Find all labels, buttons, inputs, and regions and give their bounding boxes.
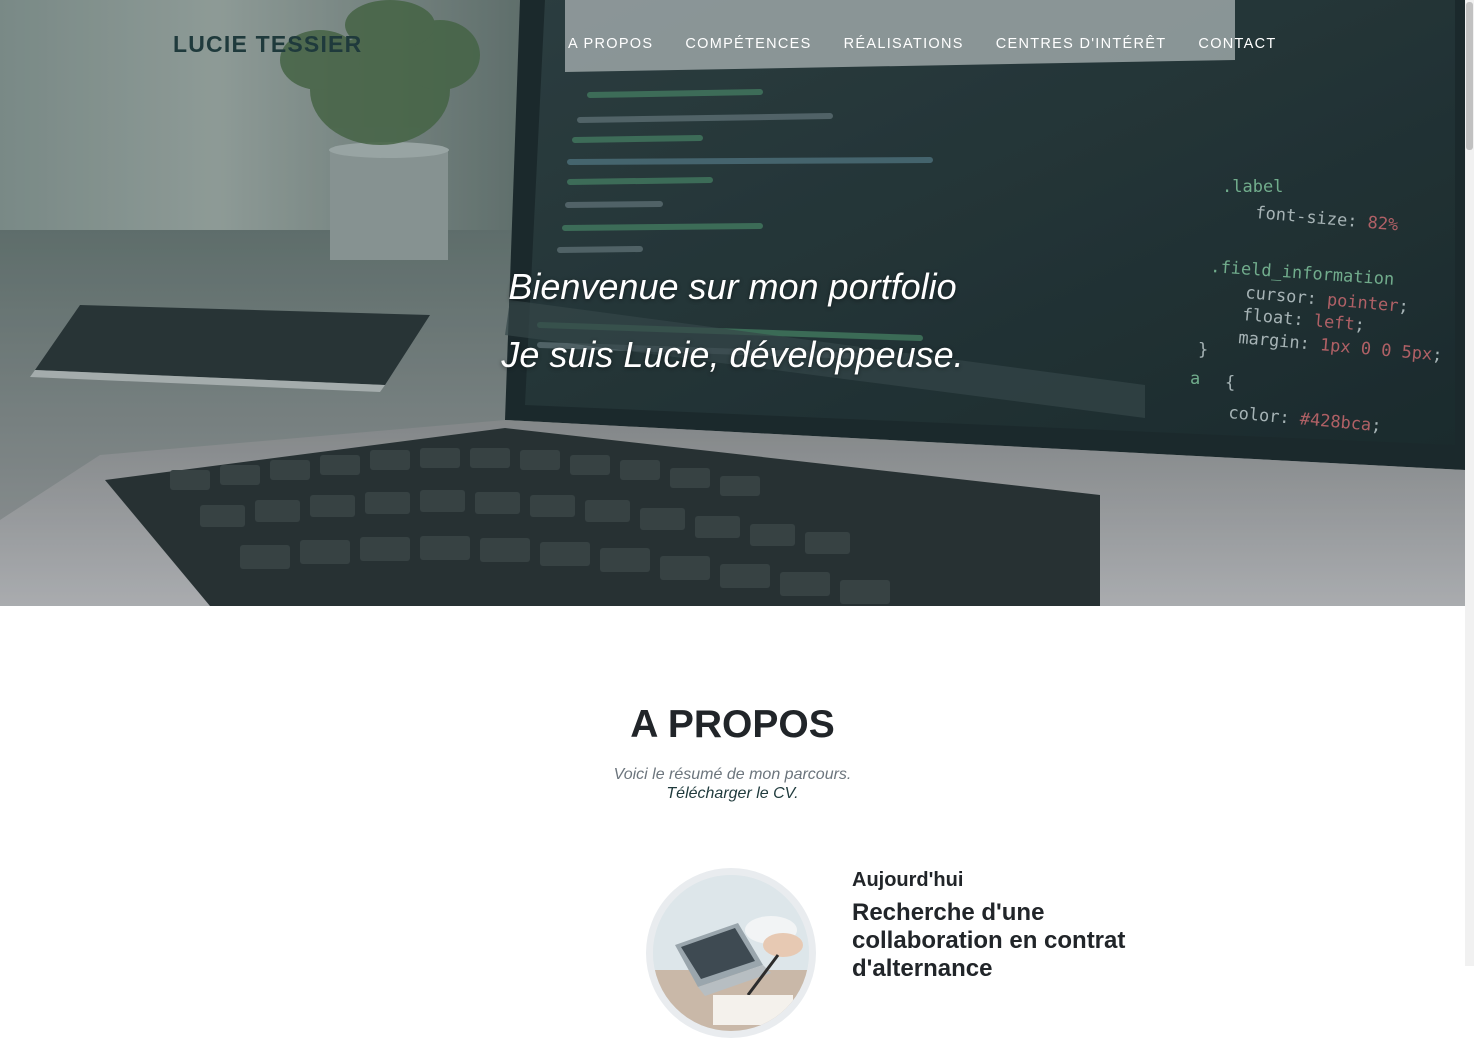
- nav-menu: A PROPOS COMPÉTENCES RÉALISATIONS CENTRE…: [568, 36, 1309, 52]
- nav-item-competences[interactable]: COMPÉTENCES: [685, 36, 811, 52]
- nav-item-centres-interet[interactable]: CENTRES D'INTÉRÊT: [996, 36, 1167, 52]
- timeline-date: Aujourd'hui: [852, 869, 964, 891]
- download-cv-link[interactable]: Télécharger le CV.: [0, 785, 1465, 803]
- page-scrollbar[interactable]: [1465, 0, 1474, 966]
- about-section-title: A PROPOS: [630, 703, 835, 746]
- about-subtitle: Voici le résumé de mon parcours.: [613, 766, 852, 783]
- nav-item-contact[interactable]: CONTACT: [1198, 36, 1276, 52]
- top-navbar: LUCIE TESSIER A PROPOS COMPÉTENCES RÉALI…: [0, 0, 1465, 90]
- scrollbar-thumb[interactable]: [1466, 2, 1473, 150]
- timeline-photo: [653, 875, 809, 1031]
- hero-section: .field_information cursor: pointer; floa…: [0, 0, 1465, 606]
- nav-item-realisations[interactable]: RÉALISATIONS: [844, 36, 964, 52]
- timeline-image: [646, 868, 816, 1038]
- brand-link[interactable]: LUCIE TESSIER: [173, 31, 362, 58]
- hero-intro-text: Je suis Lucie, développeuse.: [501, 334, 964, 375]
- hero-welcome-text: Bienvenue sur mon portfolio: [508, 266, 957, 307]
- nav-item-a-propos[interactable]: A PROPOS: [568, 36, 653, 52]
- timeline-heading: Recherche d'une collaboration en contrat…: [852, 899, 1126, 982]
